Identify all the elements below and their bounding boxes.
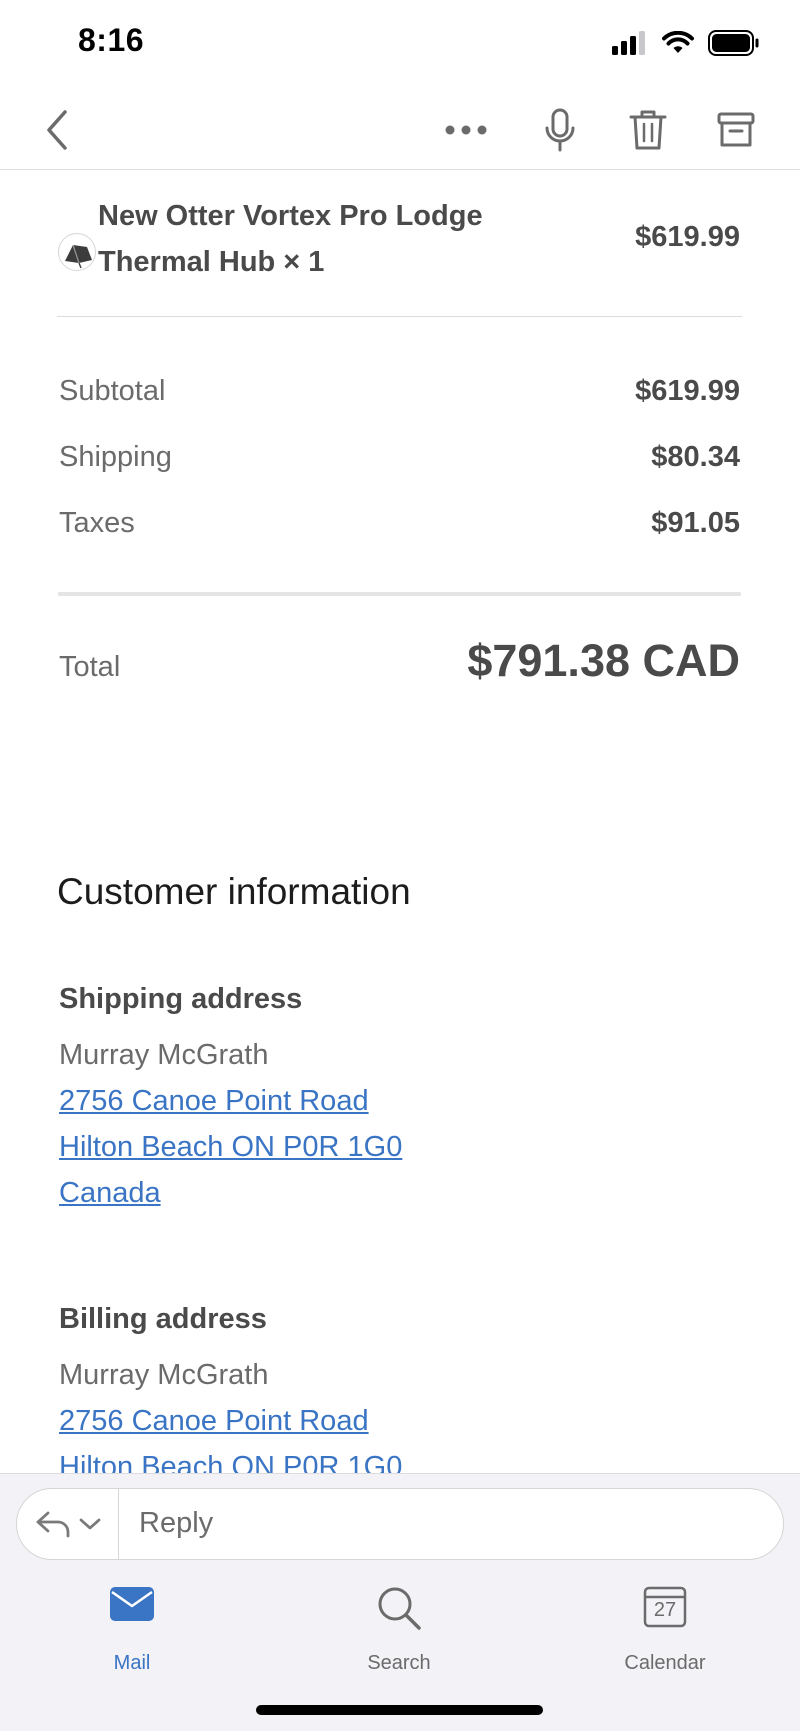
more-button[interactable] (438, 102, 494, 158)
shipping-address-heading: Shipping address (59, 983, 303, 1015)
billing-name: Murray McGrath (59, 1359, 269, 1391)
shipping-value: $80.34 (651, 441, 740, 473)
dictation-button[interactable] (532, 102, 588, 158)
total-value: $791.38 CAD (467, 635, 740, 686)
shipping-city-link[interactable]: Hilton Beach ON P0R 1G0 (59, 1131, 402, 1164)
tab-calendar-label: Calendar (624, 1652, 706, 1674)
mail-icon (110, 1587, 154, 1621)
home-indicator (256, 1705, 543, 1715)
item-name: New Otter Vortex Pro Lodge Thermal Hub ×… (98, 200, 483, 278)
search-icon (378, 1587, 421, 1630)
microphone-icon (545, 108, 575, 152)
total-label: Total (59, 651, 121, 683)
cellular-signal-icon (612, 31, 645, 55)
trash-icon (629, 110, 667, 150)
tab-search[interactable]: Search (309, 1582, 489, 1682)
more-icon (445, 125, 487, 135)
product-thumbnail[interactable] (58, 233, 96, 271)
tab-search-label: Search (367, 1652, 431, 1674)
summary-row-shipping: Shipping $80.34 (59, 441, 740, 481)
delete-button[interactable] (620, 102, 676, 158)
billing-city-link[interactable]: Hilton Beach ON P0R 1G0 (59, 1451, 402, 1473)
archive-icon (717, 112, 755, 147)
tab-mail-label: Mail (113, 1652, 151, 1674)
divider (57, 316, 742, 317)
shipping-country-link[interactable]: Canada (59, 1177, 161, 1210)
shipping-street-link[interactable]: 2756 Canoe Point Road (59, 1085, 369, 1118)
status-time: 8:16 (78, 22, 145, 58)
calendar-day-number: 27 (653, 1599, 677, 1621)
calendar-icon: 27 (643, 1584, 687, 1628)
taxes-value: $91.05 (651, 507, 740, 539)
nav-bar (0, 88, 800, 170)
chevron-down-icon (79, 1518, 100, 1530)
back-chevron-icon (47, 110, 67, 150)
order-item-row: New Otter Vortex Pro Lodge Thermal Hub ×… (58, 191, 740, 291)
status-icons (612, 30, 760, 56)
summary-row-subtotal: Subtotal $619.99 (59, 375, 740, 415)
shipping-name: Murray McGrath (59, 1039, 269, 1071)
subtotal-value: $619.99 (635, 375, 740, 407)
status-bar: 8:16 (0, 0, 800, 88)
reply-bar[interactable]: Reply (16, 1488, 784, 1560)
reply-input[interactable]: Reply (139, 1507, 213, 1540)
tab-calendar[interactable]: 27 Calendar (575, 1582, 755, 1682)
summary-row-taxes: Taxes $91.05 (59, 507, 740, 547)
archive-button[interactable] (708, 102, 764, 158)
taxes-label: Taxes (59, 507, 135, 539)
reply-options-button[interactable] (17, 1489, 119, 1559)
reply-arrow-icon (36, 1511, 69, 1538)
battery-icon (708, 30, 759, 56)
shipping-label: Shipping (59, 441, 172, 473)
email-body: New Otter Vortex Pro Lodge Thermal Hub ×… (0, 171, 800, 1473)
billing-address-heading: Billing address (59, 1303, 267, 1335)
tent-icon (65, 244, 92, 269)
customer-info-title: Customer information (57, 871, 411, 912)
billing-street-link[interactable]: 2756 Canoe Point Road (59, 1405, 369, 1438)
back-button[interactable] (28, 102, 84, 158)
wifi-icon (662, 31, 694, 53)
item-price: $619.99 (635, 221, 740, 253)
subtotal-label: Subtotal (59, 375, 166, 407)
tab-mail[interactable]: Mail (42, 1582, 222, 1682)
bottom-toolbar: Reply Mail Search 27 Calendar (0, 1473, 800, 1731)
divider (58, 592, 741, 596)
